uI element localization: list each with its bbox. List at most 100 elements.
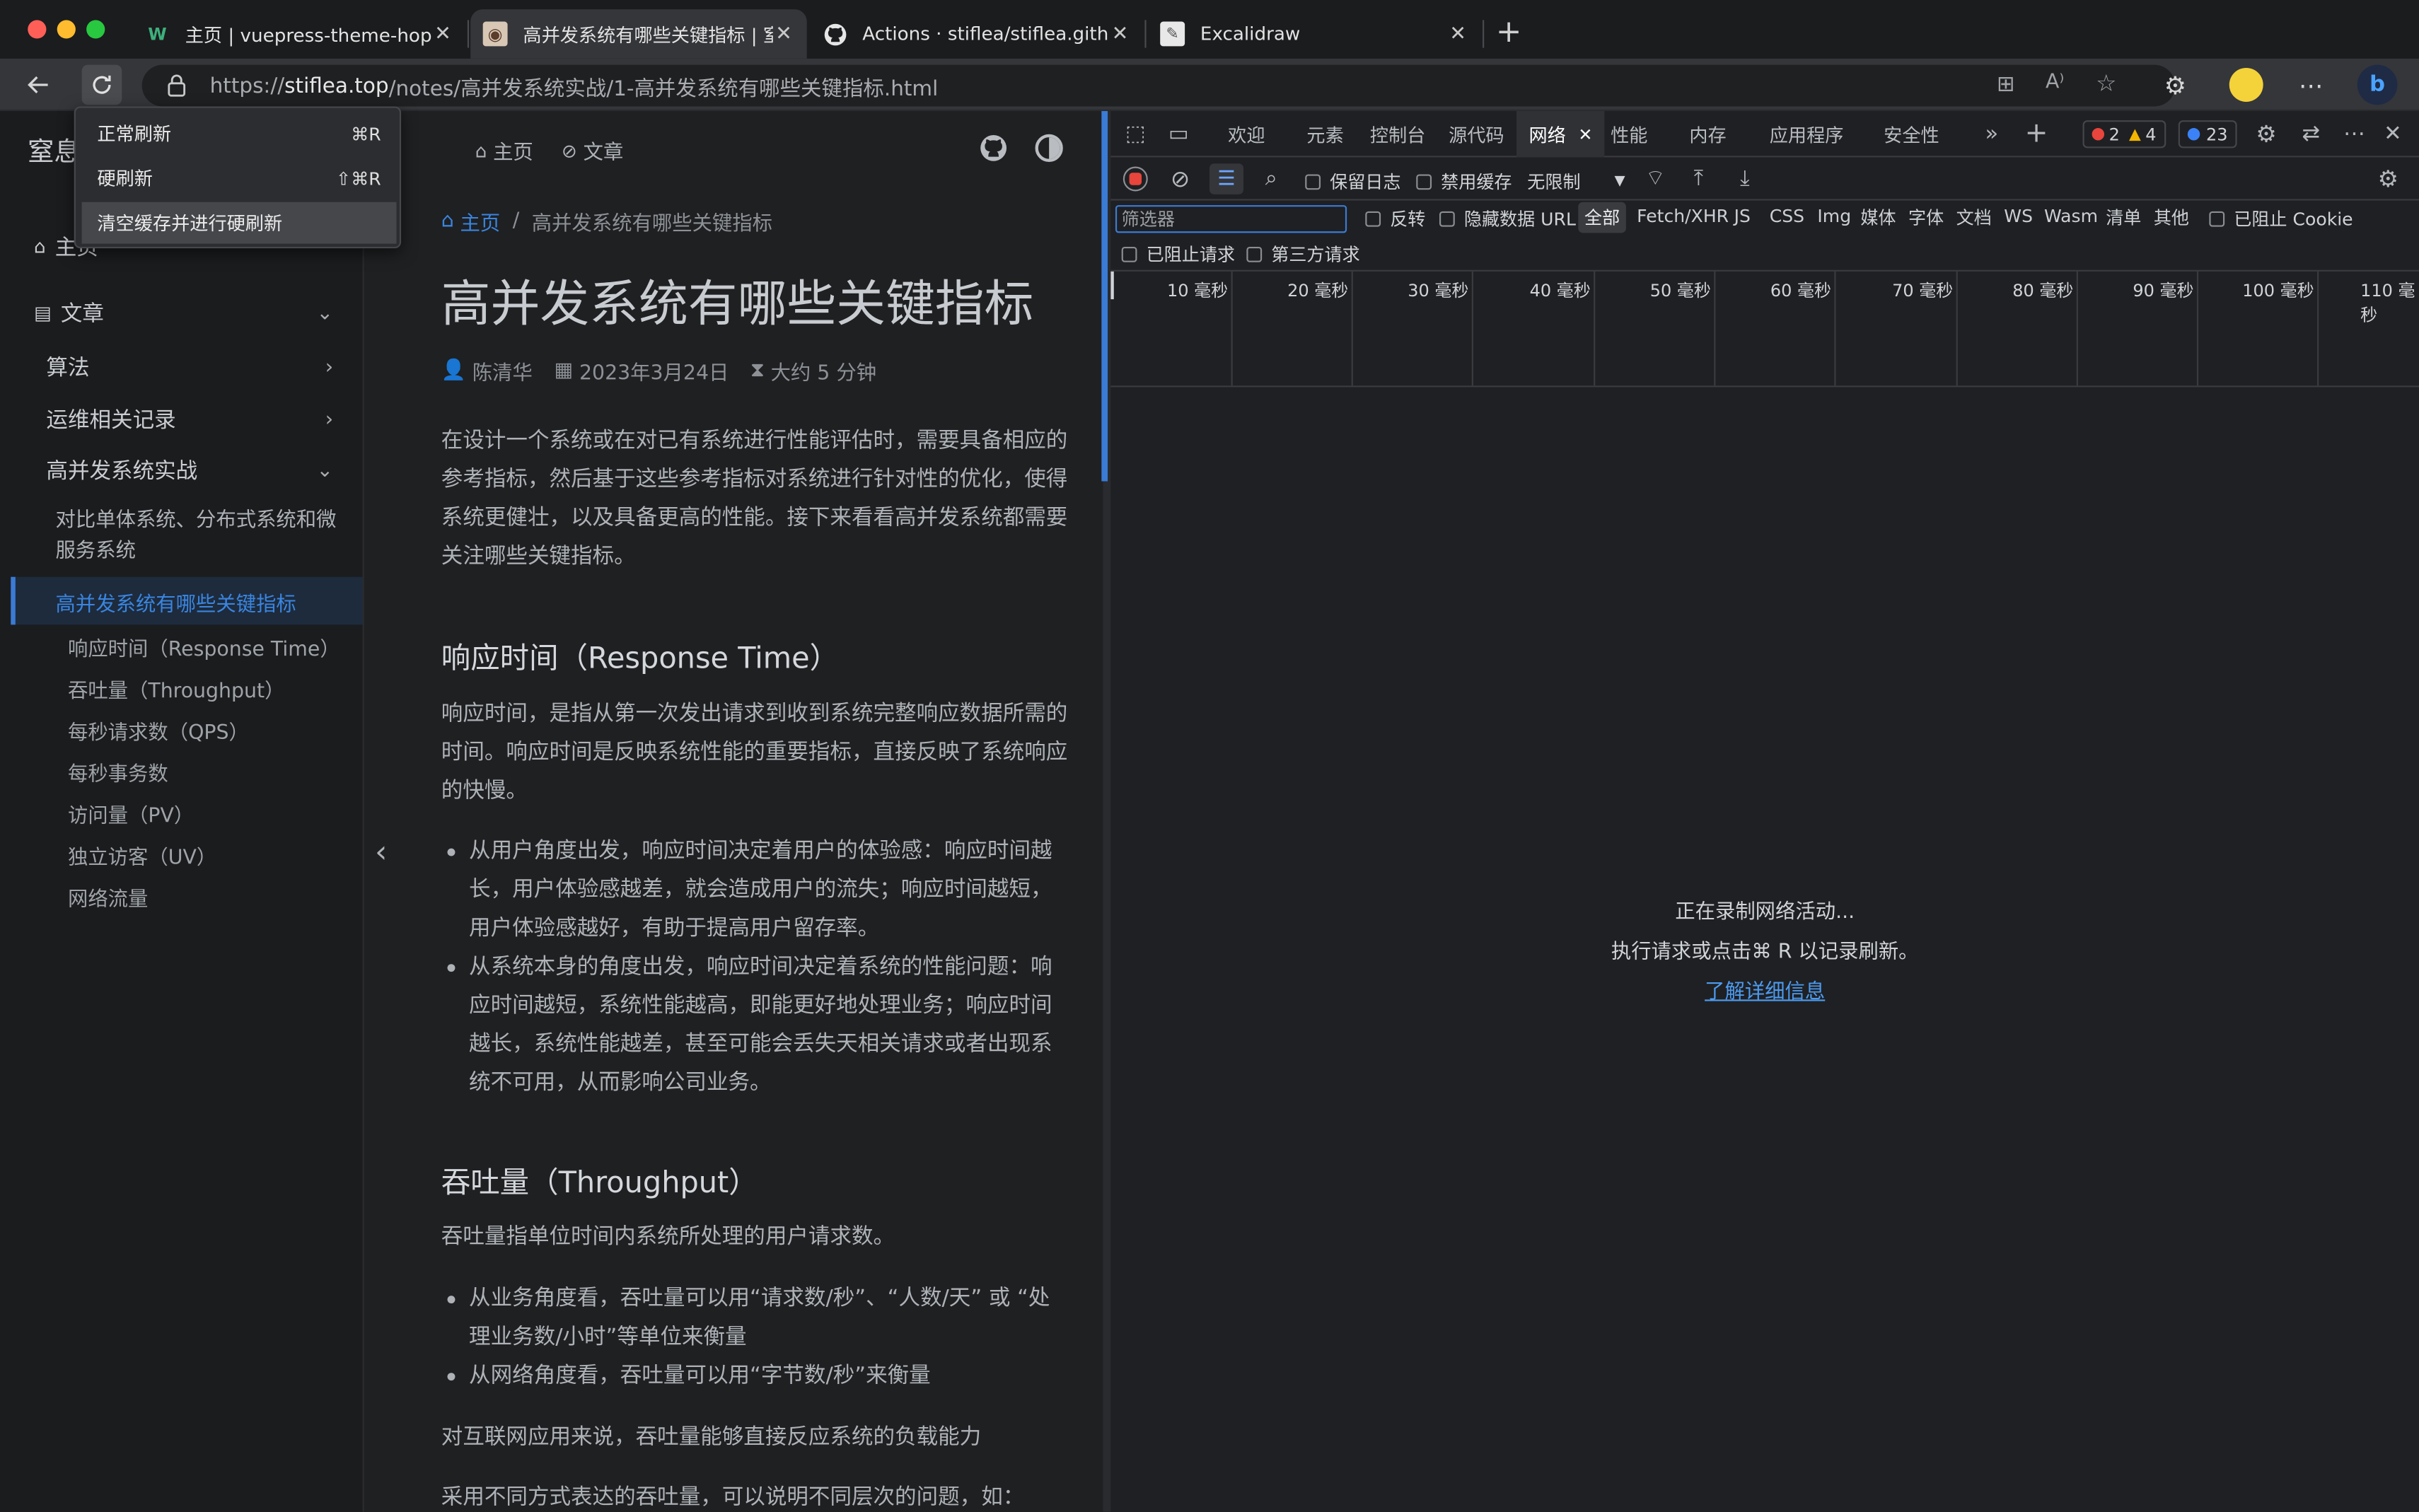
extensions-icon[interactable]: ⚙ bbox=[2155, 65, 2195, 105]
toc-item[interactable]: 每秒请求数（QPS） bbox=[68, 716, 249, 745]
browser-tab[interactable]: ✎ Excalidraw ✕ bbox=[1148, 9, 1481, 59]
third-party-checkbox[interactable]: 第三方请求 bbox=[1246, 242, 1360, 267]
nav-articles-link[interactable]: ⊘ 文章 bbox=[562, 136, 623, 165]
toc-item[interactable]: 吞吐量（Throughput） bbox=[68, 674, 284, 704]
messages-counter[interactable]: 23 bbox=[2178, 120, 2237, 149]
scrollbar-thumb[interactable] bbox=[1101, 111, 1108, 482]
toc-item[interactable]: 响应时间（Response Time） bbox=[68, 632, 340, 662]
back-arrow-icon[interactable] bbox=[18, 65, 59, 105]
bing-copilot-icon[interactable]: b bbox=[2357, 64, 2398, 105]
inspect-element-icon[interactable]: ⬚ bbox=[1123, 122, 1148, 146]
new-tab-button[interactable]: + bbox=[1493, 16, 1524, 47]
filter-icon[interactable]: ☰ bbox=[1209, 163, 1243, 194]
type-filter-media[interactable]: 媒体 bbox=[1860, 205, 1896, 230]
article-author[interactable]: 陈清华 bbox=[472, 356, 533, 386]
add-tool-icon[interactable]: + bbox=[2022, 117, 2050, 149]
profile-avatar[interactable] bbox=[2226, 65, 2266, 105]
network-conditions-icon[interactable]: ⌔ bbox=[1642, 165, 1669, 192]
blocked-requests-checkbox[interactable]: 已阻止请求 bbox=[1121, 242, 1235, 267]
sidebar-group-ops[interactable]: 运维相关记录 › bbox=[0, 395, 364, 444]
import-har-icon[interactable]: ⤒ bbox=[1685, 165, 1712, 192]
close-tab-icon[interactable]: ✕ bbox=[773, 23, 795, 46]
address-bar[interactable]: https://stiflea.top/notes/高并发系统实战/1-高并发系… bbox=[141, 64, 2176, 107]
read-aloud-icon[interactable]: A⁾ bbox=[2046, 71, 2064, 94]
menu-item-normal-reload[interactable]: 正常刷新 ⌘R bbox=[82, 112, 397, 154]
close-tab-icon[interactable]: ✕ bbox=[1109, 23, 1131, 46]
refresh-icon[interactable] bbox=[81, 64, 122, 105]
tab-console[interactable]: 控制台 bbox=[1370, 111, 1426, 157]
sidebar-group-high-concurrency[interactable]: 高并发系统实战 ⌄ bbox=[0, 446, 364, 495]
toc-item[interactable]: 网络流量 bbox=[68, 883, 148, 912]
theme-toggle-icon[interactable] bbox=[1035, 134, 1063, 163]
sidebar-item-articles[interactable]: ▤ 文章 ⌄ bbox=[0, 289, 364, 338]
tab-performance[interactable]: 性能 bbox=[1611, 111, 1647, 157]
network-settings-icon[interactable]: ⚙ bbox=[2374, 165, 2402, 192]
more-tabs-icon[interactable]: » bbox=[1979, 120, 2004, 148]
invert-checkbox[interactable]: 反转 bbox=[1365, 207, 1425, 231]
close-tab-icon[interactable]: ✕ bbox=[432, 23, 454, 46]
throttling-select[interactable]: 无限制 ▼ bbox=[1527, 170, 1625, 194]
menu-item-hard-reload[interactable]: 硬刷新 ⇧⌘R bbox=[82, 157, 397, 199]
app-available-icon[interactable]: ⊞ bbox=[1997, 73, 2015, 98]
filter-input[interactable]: 筛选器 bbox=[1115, 205, 1347, 233]
devtools-menu-icon[interactable]: ⋯ bbox=[2340, 120, 2368, 148]
sidebar-item-compare[interactable]: 对比单体系统、分布式系统和微服务系统 bbox=[56, 506, 349, 567]
favorite-star-icon[interactable]: ☆ bbox=[2096, 69, 2116, 97]
nav-home-link[interactable]: ⌂ 主页 bbox=[475, 136, 533, 165]
minimize-window-button[interactable] bbox=[57, 20, 76, 39]
disable-cache-checkbox[interactable]: 禁用缓存 bbox=[1416, 170, 1512, 194]
type-filter-other[interactable]: 其他 bbox=[2154, 205, 2189, 230]
blocked-cookies-checkbox[interactable]: 已阻止 Cookie bbox=[2209, 207, 2353, 231]
github-icon[interactable] bbox=[980, 134, 1007, 162]
type-filter-js[interactable]: JS bbox=[1734, 205, 1751, 227]
site-name[interactable]: 窒息 bbox=[28, 129, 80, 168]
hourglass-icon: ⧗ bbox=[750, 359, 765, 383]
type-filter-css[interactable]: CSS bbox=[1770, 205, 1804, 227]
device-toolbar-icon[interactable]: ▭ bbox=[1166, 122, 1191, 146]
lock-icon[interactable] bbox=[167, 74, 187, 98]
sidebar-group-algorithms[interactable]: 算法 › bbox=[0, 342, 364, 392]
preserve-log-checkbox[interactable]: 保留日志 bbox=[1305, 170, 1400, 194]
browser-tab[interactable]: W 主页 | vuepress-theme-hope ✕ bbox=[133, 9, 466, 59]
learn-more-link[interactable]: 了解详细信息 bbox=[1705, 981, 1825, 1004]
toc-item[interactable]: 独立访客（UV） bbox=[68, 841, 216, 870]
issues-counter[interactable]: 2 ▲ 4 bbox=[2082, 120, 2166, 149]
close-window-button[interactable] bbox=[28, 20, 47, 39]
breadcrumb-home-link[interactable]: 主页 bbox=[460, 207, 501, 236]
type-filter-doc[interactable]: 文档 bbox=[1956, 205, 1992, 230]
close-tab-icon[interactable]: ✕ bbox=[1578, 124, 1592, 144]
type-filter-ws[interactable]: WS bbox=[2004, 205, 2033, 227]
browser-tab-active[interactable]: ◉ 高并发系统有哪些关键指标 | 窒息 ✕ bbox=[470, 9, 807, 59]
tab-memory[interactable]: 内存 bbox=[1689, 111, 1726, 157]
toc-item[interactable]: 访问量（PV） bbox=[68, 799, 194, 829]
tab-network[interactable]: 网络 ✕ bbox=[1516, 111, 1605, 158]
devtools-splitter[interactable] bbox=[1101, 111, 1111, 1512]
close-devtools-icon[interactable]: ✕ bbox=[2379, 120, 2406, 148]
tab-welcome[interactable]: 欢迎 bbox=[1228, 111, 1265, 157]
type-filter-fetch[interactable]: Fetch/XHR bbox=[1637, 205, 1729, 227]
maximize-window-button[interactable] bbox=[86, 20, 105, 39]
tab-sources[interactable]: 源代码 bbox=[1449, 111, 1504, 157]
hide-data-urls-checkbox[interactable]: 隐藏数据 URL bbox=[1439, 207, 1576, 231]
type-filter-all[interactable]: 全部 bbox=[1578, 202, 1626, 233]
customize-icon[interactable]: ⇄ bbox=[2297, 120, 2325, 148]
type-filter-font[interactable]: 字体 bbox=[1908, 205, 1944, 230]
collapse-sidebar-icon[interactable]: ‹ bbox=[375, 833, 387, 870]
tab-elements[interactable]: 元素 bbox=[1306, 111, 1343, 157]
type-filter-manifest[interactable]: 清单 bbox=[2106, 205, 2141, 230]
type-filter-wasm[interactable]: Wasm bbox=[2044, 205, 2098, 227]
browser-tab[interactable]: Actions · stiflea/stiflea.github.i ✕ bbox=[810, 9, 1143, 59]
tab-security[interactable]: 安全性 bbox=[1884, 111, 1939, 157]
toc-item[interactable]: 每秒事务数 bbox=[68, 757, 168, 787]
export-har-icon[interactable]: ⤓ bbox=[1731, 165, 1758, 192]
type-filter-img[interactable]: Img bbox=[1817, 205, 1851, 227]
settings-gear-icon[interactable]: ⚙ bbox=[2252, 120, 2280, 148]
sidebar-item-current[interactable]: 高并发系统有哪些关键指标 bbox=[11, 576, 363, 625]
record-stop-icon[interactable] bbox=[1123, 166, 1148, 192]
search-icon[interactable]: ⌕ bbox=[1258, 165, 1285, 192]
close-tab-icon[interactable]: ✕ bbox=[1447, 23, 1469, 46]
clear-icon[interactable]: ⊘ bbox=[1166, 165, 1194, 192]
tab-application[interactable]: 应用程序 bbox=[1770, 111, 1844, 157]
menu-item-empty-cache-hard-reload[interactable]: 清空缓存并进行硬刷新 bbox=[81, 202, 397, 244]
more-menu-icon[interactable]: ⋯ bbox=[2291, 65, 2331, 105]
